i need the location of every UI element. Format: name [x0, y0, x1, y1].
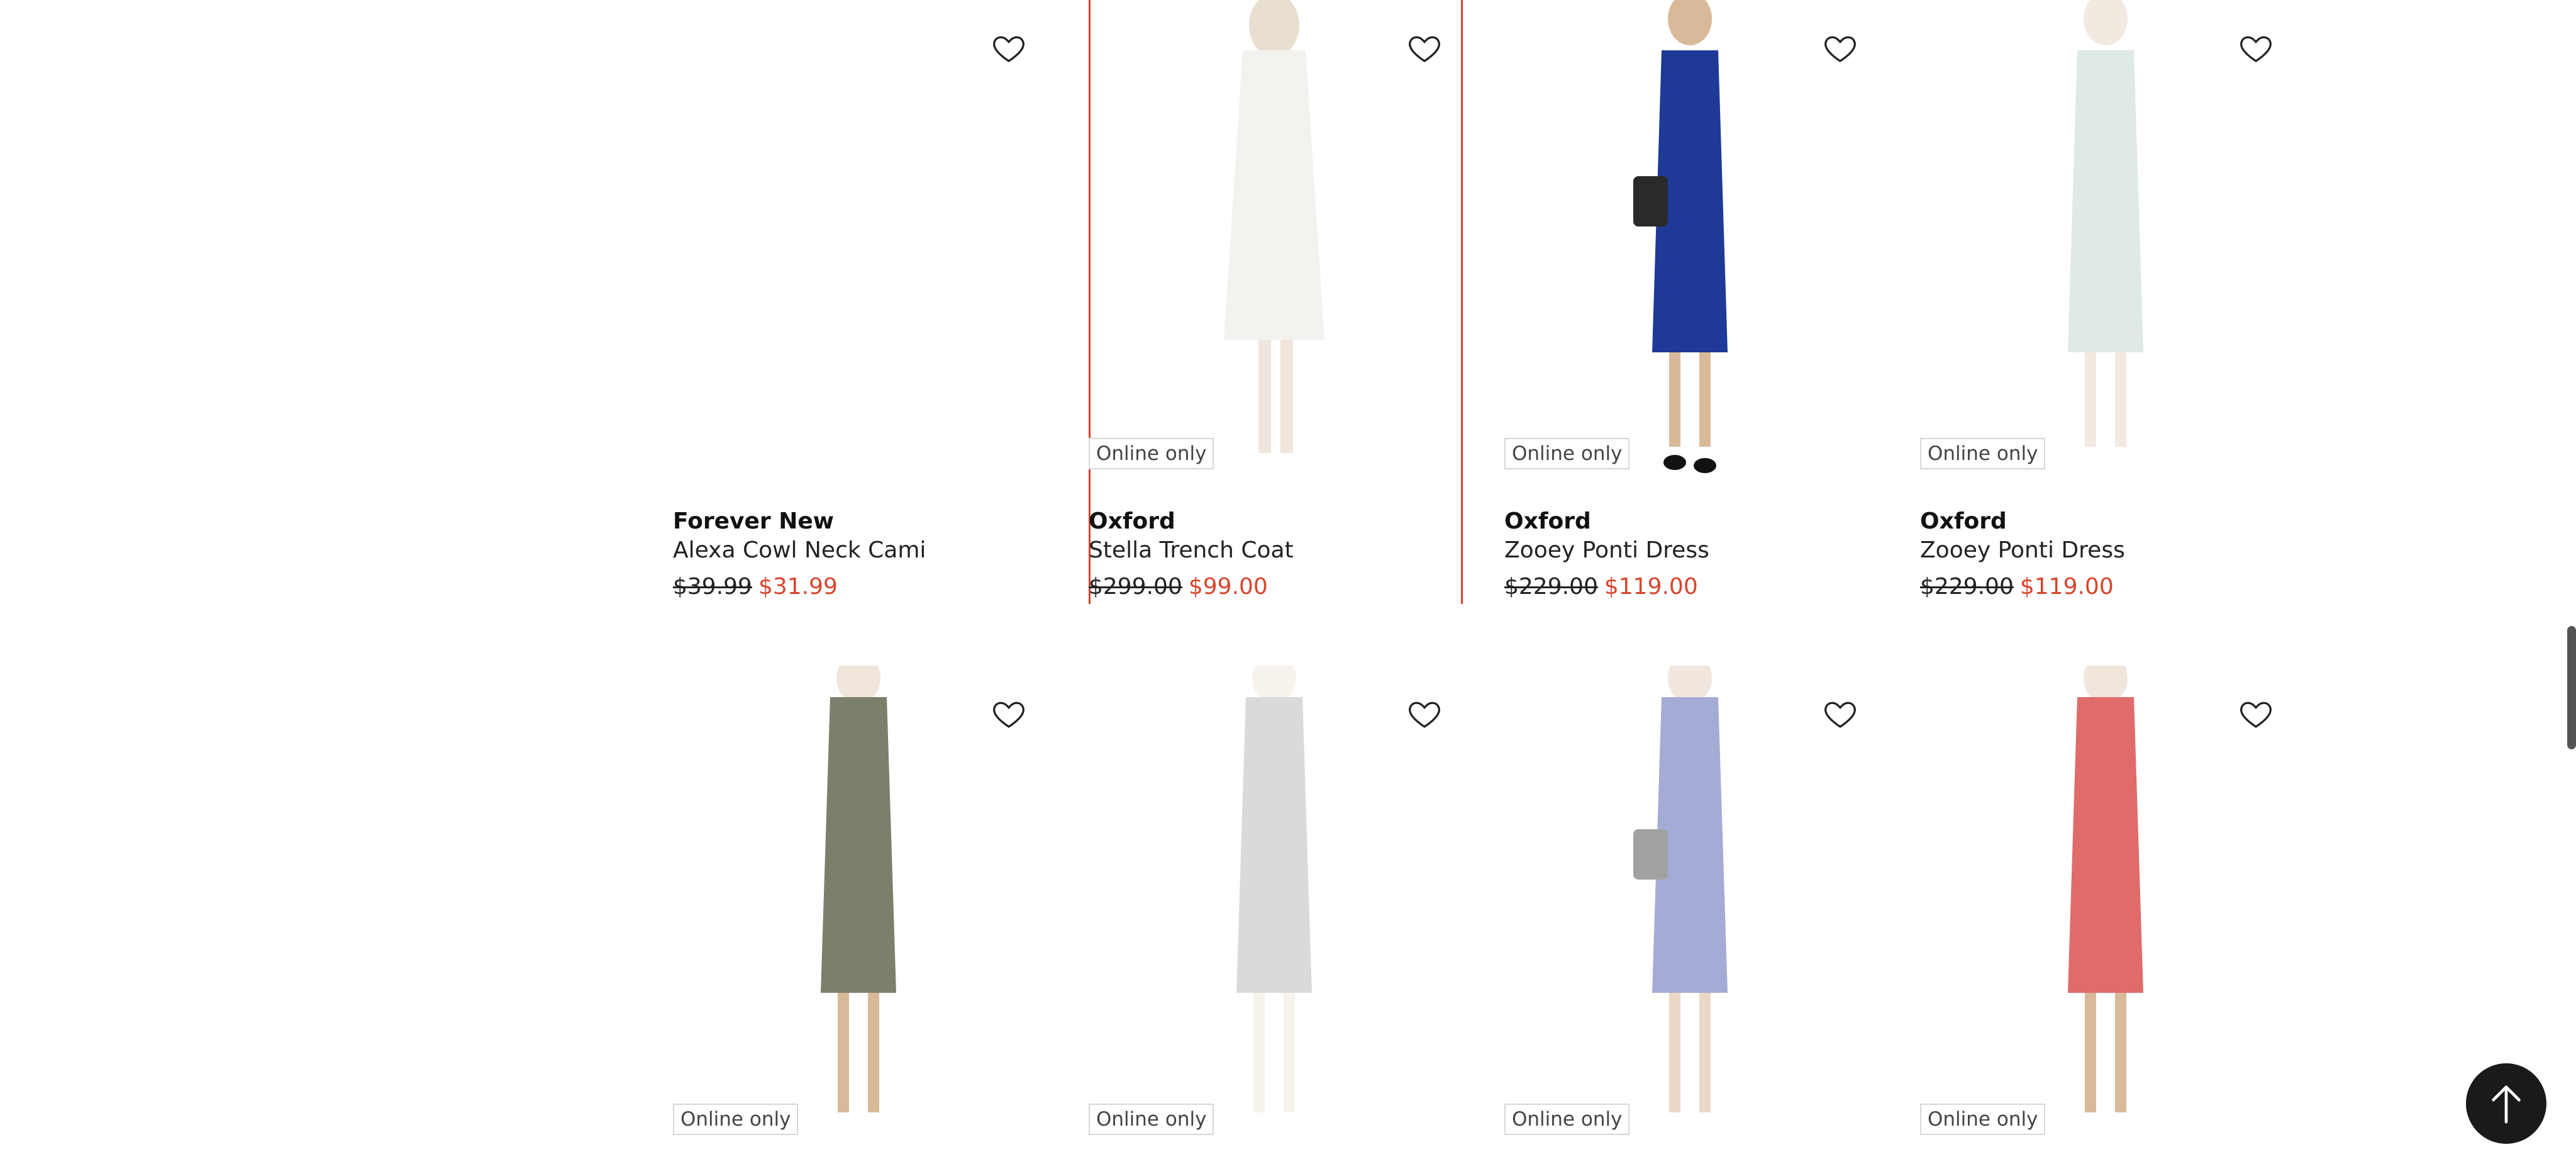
- product-photo: [2068, 0, 2143, 447]
- online-only-badge: Online only: [1920, 1103, 2046, 1135]
- product-name[interactable]: Zooey Ponti Dress: [1504, 537, 1709, 563]
- product-card[interactable]: Online only Oxford Stella Trench Coat $2…: [1089, 0, 1463, 604]
- product-card[interactable]: Online only Oxford Zooey Ponti Dress $22…: [1920, 0, 2291, 604]
- product-photo: [1633, 666, 1728, 1112]
- product-image[interactable]: Online only: [1920, 0, 2291, 478]
- favorite-button[interactable]: [986, 25, 1031, 70]
- product-name[interactable]: Stella Trench Coat: [1089, 537, 1294, 563]
- product-image[interactable]: Online only: [673, 666, 1044, 1144]
- original-price: $39.99: [673, 574, 752, 600]
- product-card[interactable]: Online only: [673, 666, 1044, 1169]
- sale-price: $119.00: [1604, 574, 1698, 600]
- online-only-badge: Online only: [1920, 437, 2046, 469]
- favorite-button[interactable]: [1402, 691, 1447, 736]
- product-price: $229.00 $119.00: [1504, 574, 1698, 600]
- heart-icon: [993, 702, 1024, 728]
- heart-icon: [1824, 36, 1856, 62]
- product-price: $299.00 $99.00: [1089, 574, 1268, 600]
- product-image[interactable]: Online only: [1504, 666, 1875, 1144]
- product-card[interactable]: Forever New Alexa Cowl Neck Cami $39.99 $…: [673, 0, 1044, 604]
- sale-price: $31.99: [758, 574, 838, 600]
- product-brand[interactable]: Oxford: [1504, 508, 1591, 534]
- product-image[interactable]: Online only: [1089, 0, 1460, 478]
- online-only-badge: Online only: [1089, 437, 1214, 469]
- arrow-up-icon: [2492, 1085, 2521, 1124]
- product-card[interactable]: Online only Oxford Zooey Ponti Dress $22…: [1504, 0, 1875, 604]
- original-price: $229.00: [1920, 574, 2014, 600]
- product-name[interactable]: Alexa Cowl Neck Cami: [673, 537, 926, 563]
- product-photo: [1224, 0, 1324, 453]
- favorite-button[interactable]: [2233, 691, 2279, 736]
- product-price: $39.99 $31.99: [673, 574, 838, 600]
- product-image[interactable]: Online only: [1920, 666, 2291, 1144]
- product-brand[interactable]: Forever New: [673, 508, 834, 534]
- product-brand[interactable]: Oxford: [1920, 508, 2007, 534]
- product-photo: [1633, 0, 1728, 473]
- product-price: $229.00 $119.00: [1920, 574, 2114, 600]
- favorite-button[interactable]: [1818, 25, 1863, 70]
- online-only-badge: Online only: [1504, 437, 1630, 469]
- favorite-button[interactable]: [986, 691, 1031, 736]
- product-card[interactable]: Online only: [1089, 666, 1460, 1169]
- scrollbar-thumb[interactable]: [2567, 626, 2576, 749]
- favorite-button[interactable]: [2233, 25, 2279, 70]
- product-photo: [821, 666, 896, 1112]
- product-brand[interactable]: Oxford: [1089, 508, 1175, 534]
- original-price: $299.00: [1089, 574, 1182, 600]
- product-image[interactable]: Online only: [1504, 0, 1875, 478]
- online-only-badge: Online only: [1504, 1103, 1630, 1135]
- product-name[interactable]: Zooey Ponti Dress: [1920, 537, 2125, 563]
- online-only-badge: Online only: [673, 1103, 799, 1135]
- product-card[interactable]: Online only: [1504, 666, 1875, 1169]
- original-price: $229.00: [1504, 574, 1598, 600]
- heart-icon: [2240, 36, 2272, 62]
- product-card[interactable]: Online only: [1920, 666, 2291, 1169]
- favorite-button[interactable]: [1402, 25, 1447, 70]
- product-photo: [2068, 666, 2143, 1112]
- product-image[interactable]: [673, 0, 1044, 478]
- heart-icon: [993, 36, 1024, 62]
- back-to-top-button[interactable]: [2466, 1063, 2546, 1144]
- sale-price: $119.00: [2019, 574, 2114, 600]
- heart-icon: [1824, 702, 1856, 728]
- sale-price: $99.00: [1188, 574, 1268, 600]
- heart-icon: [2240, 702, 2272, 728]
- online-only-badge: Online only: [1089, 1103, 1214, 1135]
- heart-icon: [1409, 36, 1440, 62]
- product-image[interactable]: Online only: [1089, 666, 1460, 1144]
- heart-icon: [1409, 702, 1440, 728]
- favorite-button[interactable]: [1818, 691, 1863, 736]
- product-photo: [1236, 666, 1312, 1112]
